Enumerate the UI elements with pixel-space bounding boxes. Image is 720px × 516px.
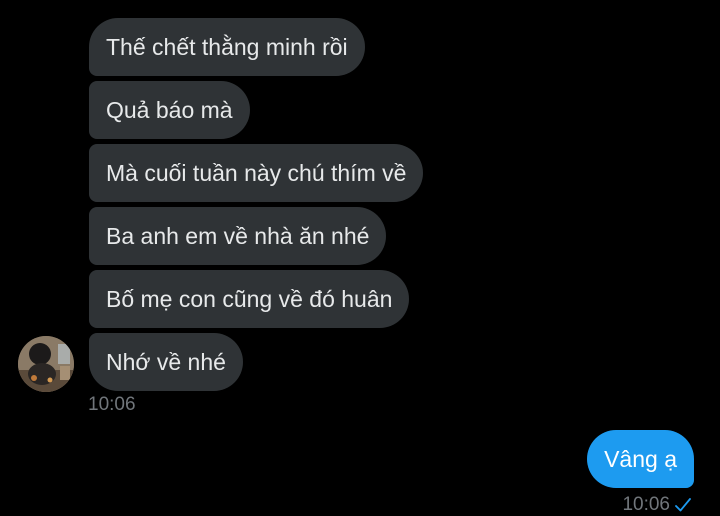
received-message-bubble[interactable]: Ba anh em về nhà ăn nhé [89,207,387,265]
received-message-bubble[interactable]: Nhớ về nhé [89,333,243,391]
received-message-bubble[interactable]: Bố mẹ con cũng về đó huân [89,270,410,328]
check-icon [675,498,691,512]
received-message-bubble[interactable]: Mà cuối tuần này chú thím về [89,144,424,202]
avatar-photo [18,336,74,392]
message-timestamp: 10:06 [88,394,136,415]
sender-avatar[interactable] [18,336,74,392]
received-message-bubble[interactable]: Quả báo mà [89,81,250,139]
received-message-bubble[interactable]: Thế chết thằng minh rồi [89,18,365,76]
message-timestamp: 10:06 [622,494,670,515]
sent-message-bubble[interactable]: Vâng ạ [587,430,694,488]
